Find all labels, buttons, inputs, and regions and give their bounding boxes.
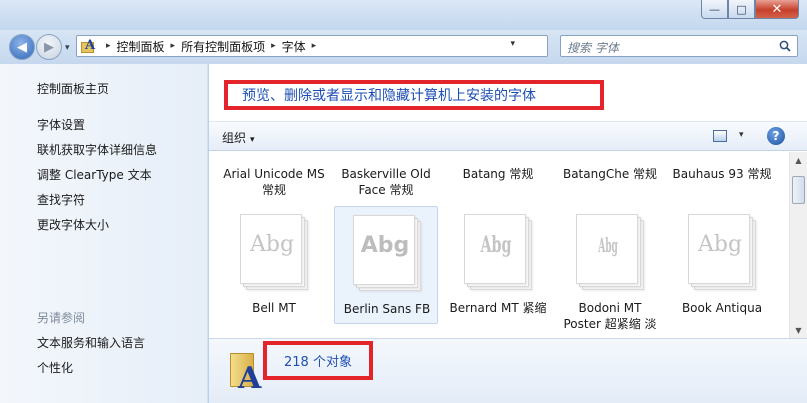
font-item[interactable]: Abg Bell MT [222,208,326,336]
recent-pages-dropdown[interactable]: ▾ [65,43,70,53]
font-item[interactable]: Baskerville Old Face 常规 [334,166,438,206]
font-item[interactable]: Batang 常规 [446,166,550,206]
view-options-dropdown[interactable]: ▾ [739,130,744,140]
count-highlight: 218 个对象 [263,341,373,380]
personalization-link[interactable]: 个性化 [37,359,73,376]
font-preview-icon: Abg [240,214,308,290]
font-sample: Abg [480,232,512,258]
font-item[interactable]: Bauhaus 93 常规 [670,166,774,206]
get-font-info-online-link[interactable]: 联机获取字体详细信息 [37,141,157,158]
font-name: Bauhaus 93 常规 [672,167,772,181]
breadcrumb-separator[interactable]: ▸ [106,41,111,51]
forward-arrow-icon: ▶ [44,39,54,55]
font-name: Bell MT [252,301,296,315]
font-name: Bernard MT 紧缩 [449,301,547,315]
font-preview-icon: Abg [353,215,421,291]
item-count: 218 个对象 [284,355,352,370]
page-heading: 预览、删除或者显示和隐藏计算机上安装的字体 [242,88,536,104]
vertical-scrollbar[interactable]: ▲ ▼ [789,152,807,338]
see-also-label: 另请参阅 [37,311,86,325]
font-item[interactable]: Abg Book Antiqua [670,208,774,336]
font-preview-icon: Abg [576,214,644,290]
font-name: Book Antiqua [681,301,763,315]
font-sample: Abg [249,232,295,257]
back-arrow-icon: ◀ [17,39,27,55]
content-pane: 预览、删除或者显示和隐藏计算机上安装的字体 组织 ▾ ▾ ? Arial Unic… [209,64,807,403]
adjust-cleartype-link[interactable]: 调整 ClearType 文本 [37,166,152,183]
font-name: BatangChe 常规 [562,167,658,181]
font-settings-link[interactable]: 字体设置 [37,116,85,133]
font-sample: Abg [697,232,743,257]
address-dropdown[interactable]: ▾ [510,39,515,49]
heading-highlight: 预览、删除或者显示和隐藏计算机上安装的字体 [224,80,604,110]
back-button[interactable]: ◀ [9,34,35,60]
close-button[interactable]: ✕ [755,0,799,19]
left-navigation-pane: 控制面板主页 字体设置 联机获取字体详细信息 调整 ClearType 文本 查… [0,64,208,403]
breadcrumb-separator[interactable]: ▸ [271,41,276,51]
breadcrumb-separator[interactable]: ▸ [312,41,317,51]
organize-label: 组织 [222,131,247,145]
search-icon[interactable] [779,40,791,52]
organize-menu-button[interactable]: 组织 ▾ [222,129,255,146]
forward-button[interactable]: ▶ [36,34,62,60]
font-name: Bodoni MT Poster 超紧缩 淡 [563,301,657,331]
font-preview-icon: Abg [688,214,756,290]
search-box[interactable]: 搜索 字体 [560,35,798,57]
font-item[interactable]: Arial Unicode MS 常规 [222,166,326,206]
control-panel-home-link[interactable]: 控制面板主页 [37,80,109,97]
breadcrumb-all-control-panel-items[interactable]: 所有控制面板项 [181,38,265,55]
change-font-size-link[interactable]: 更改字体大小 [37,216,109,233]
font-item[interactable]: Abg Bernard MT 紧缩 [446,208,550,336]
text-services-link[interactable]: 文本服务和输入语言 [37,334,145,351]
scroll-down-button[interactable]: ▼ [790,322,807,338]
font-name: Baskerville Old Face 常规 [341,167,431,197]
maximize-button[interactable]: □ [728,0,755,19]
find-character-link[interactable]: 查找字符 [37,191,85,208]
scroll-up-button[interactable]: ▲ [790,152,807,168]
command-bar: 组织 ▾ ▾ ? [209,121,807,151]
details-pane: A 218 个对象 [209,338,807,403]
address-bar[interactable]: A ▸ 控制面板 ▸ 所有控制面板项 ▸ 字体 ▸ ▾ ⟳ [76,35,619,57]
fonts-folder-icon: A [81,38,97,54]
font-preview-icon: Abg [464,214,532,290]
font-sample: Abg [360,233,410,258]
window-controls: — □ ✕ [701,0,799,19]
font-item[interactable]: BatangChe 常规 [558,166,662,206]
minimize-button[interactable]: — [701,0,728,19]
title-bar: — □ ✕ [0,0,807,30]
font-name: Batang 常规 [462,167,534,181]
font-name: Arial Unicode MS 常规 [223,167,325,197]
font-sample: Abg [598,233,618,257]
breadcrumb-fonts[interactable]: 字体 [282,38,306,55]
font-item[interactable]: Abg Bodoni MT Poster 超紧缩 淡 [558,208,662,336]
font-grid: Arial Unicode MS 常规 Baskerville Old Face… [209,152,789,338]
breadcrumb-control-panel[interactable]: 控制面板 [117,38,165,55]
fonts-folder-icon: A [228,349,264,396]
search-input[interactable]: 搜索 字体 [567,39,619,56]
scroll-thumb[interactable] [792,176,805,204]
help-icon[interactable]: ? [767,127,785,145]
font-name: Berlin Sans FB [343,302,431,316]
breadcrumb-separator[interactable]: ▸ [171,41,176,51]
font-item-selected[interactable]: Abg Berlin Sans FB [334,206,438,324]
change-view-icon[interactable] [713,130,727,142]
chevron-down-icon: ▾ [250,135,255,145]
